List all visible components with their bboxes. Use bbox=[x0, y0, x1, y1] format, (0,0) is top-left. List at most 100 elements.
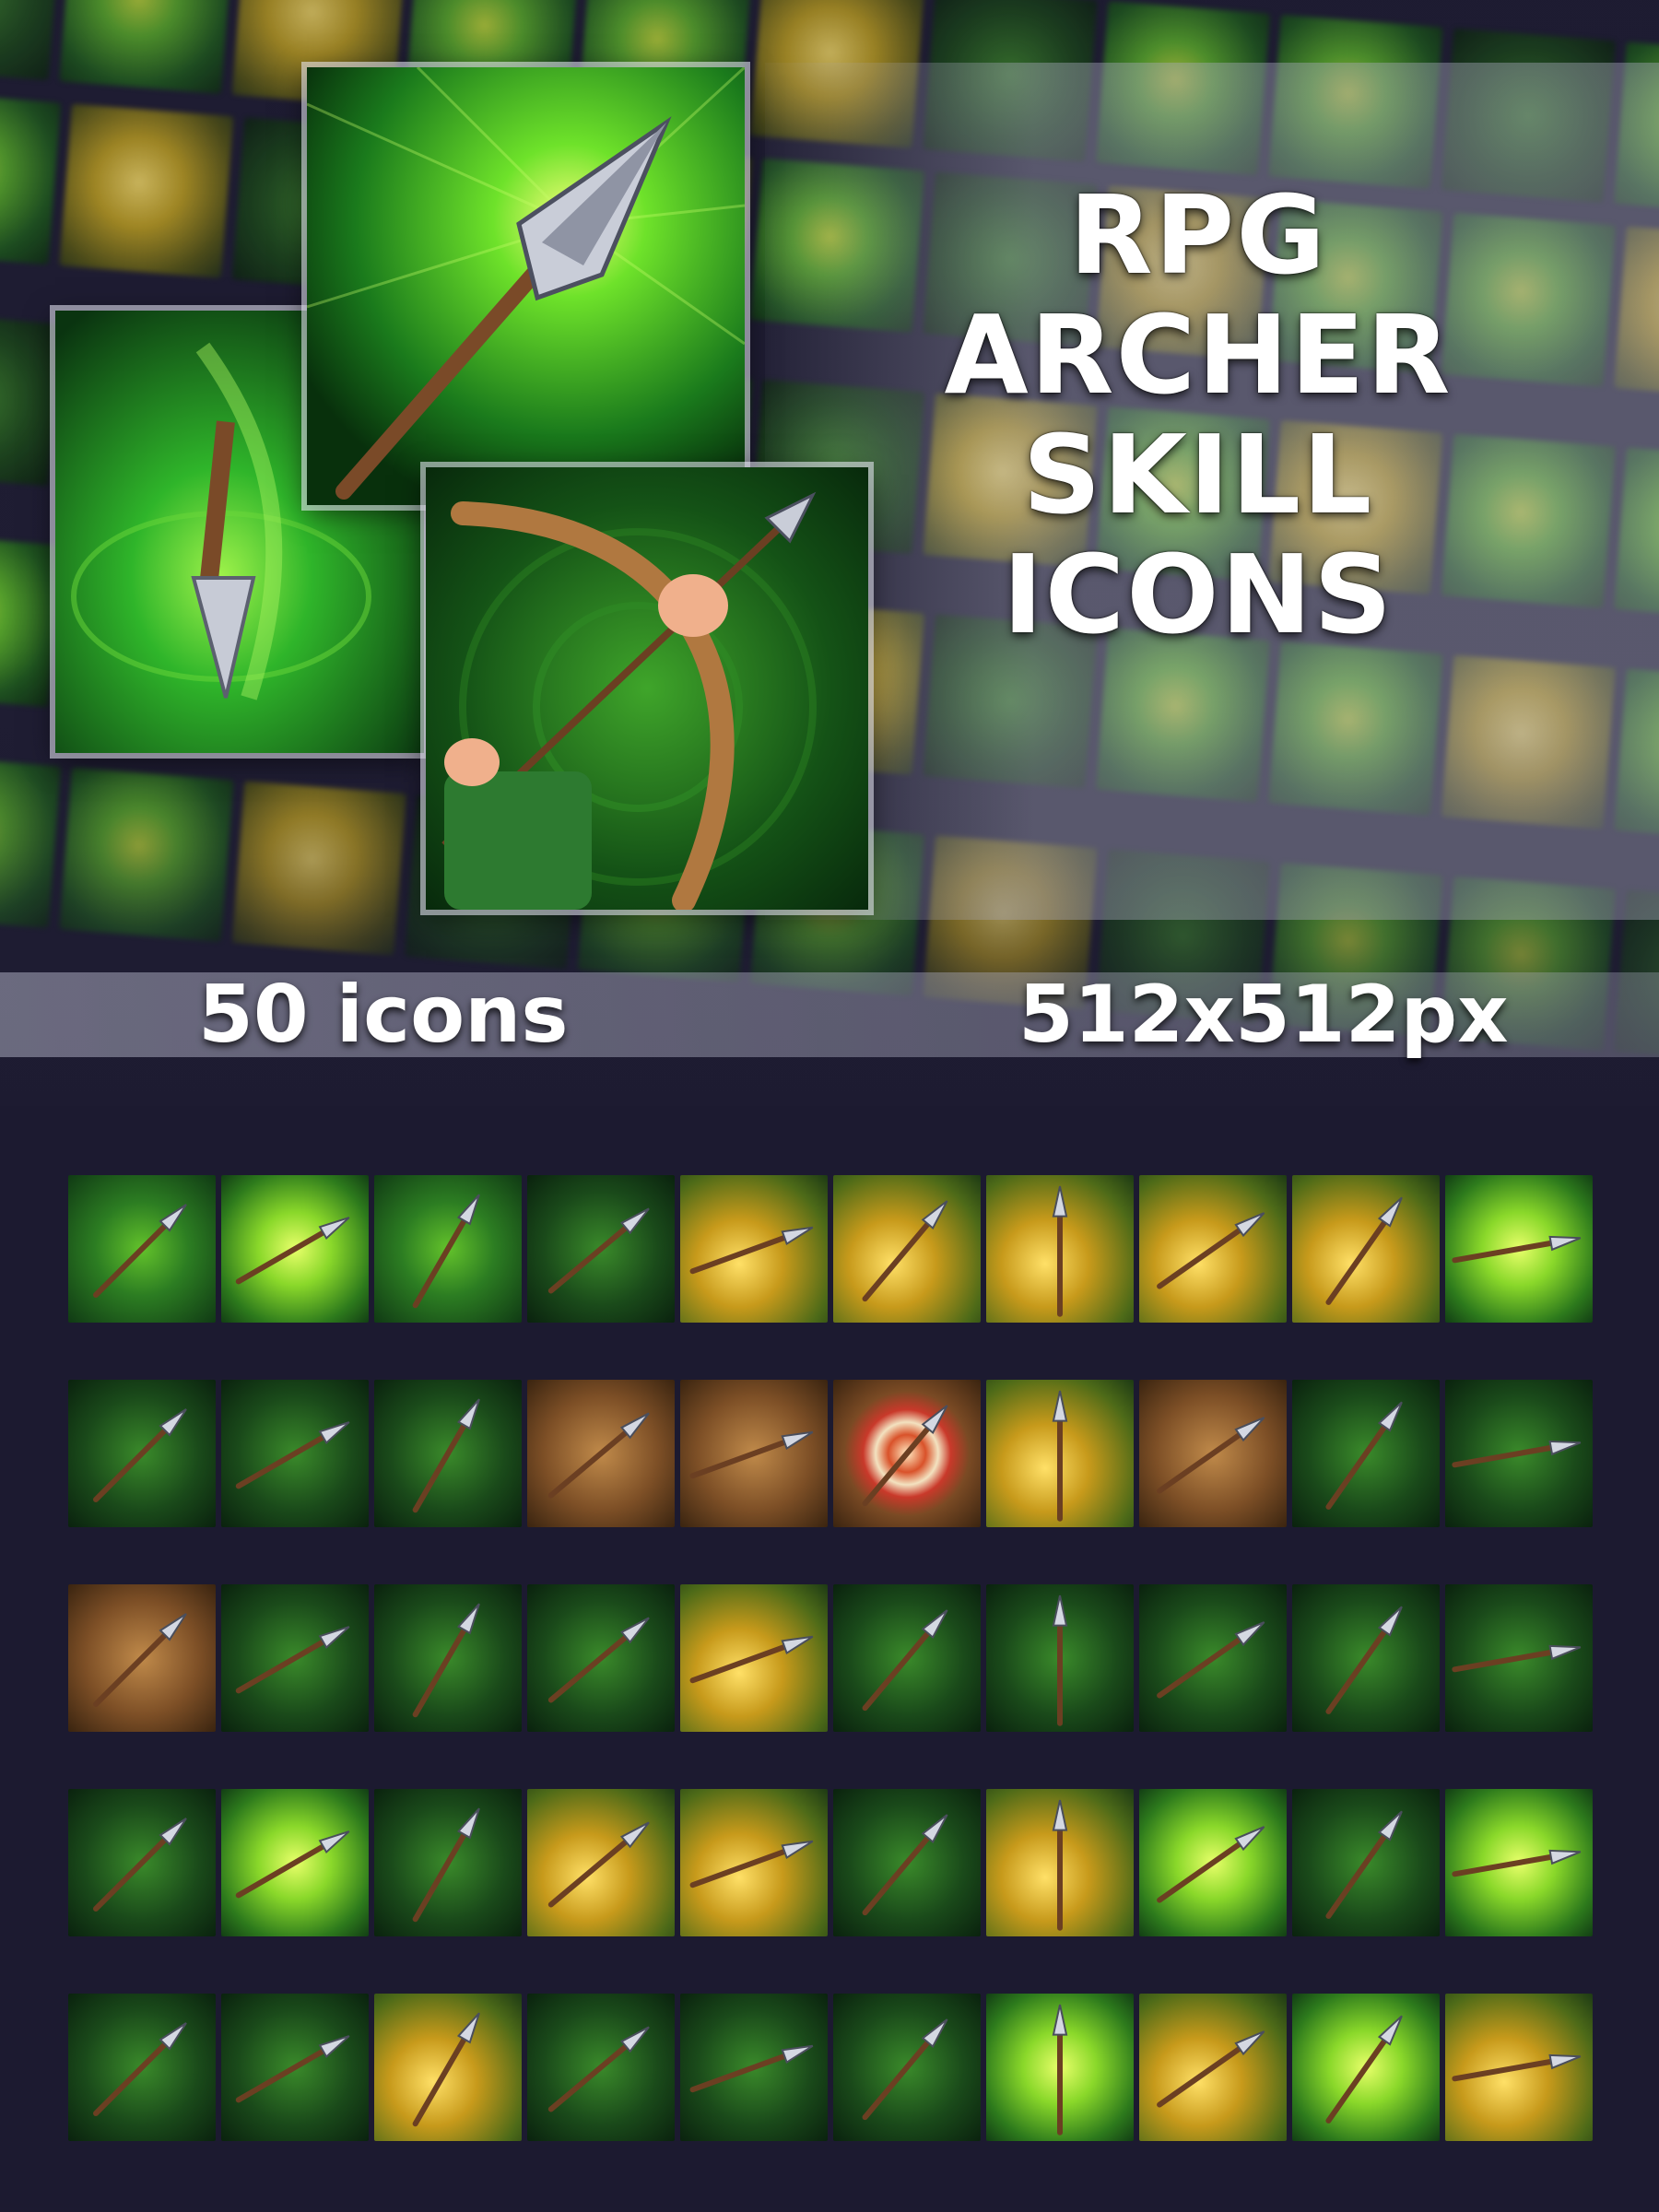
broken-wood-icon[interactable] bbox=[527, 1380, 675, 1527]
hooded-target-glyph bbox=[93, 1408, 187, 1502]
poison-arrow-icon[interactable] bbox=[374, 1789, 522, 1936]
poison-arrow-glyph bbox=[412, 1807, 480, 1923]
bear-trap-glyph bbox=[1052, 1594, 1068, 1726]
lightning-arrow-icon[interactable] bbox=[1445, 1175, 1593, 1323]
power-slash-glyph bbox=[1325, 2015, 1403, 2124]
broken-wood-glyph bbox=[547, 1412, 650, 1499]
power-slash-icon[interactable] bbox=[1292, 1994, 1440, 2141]
dodge-silhouette-icon[interactable] bbox=[680, 1789, 828, 1936]
bear-trap-icon[interactable] bbox=[986, 1584, 1134, 1732]
impact-arrow-glyph bbox=[1157, 1417, 1265, 1494]
quiver-glyph bbox=[93, 1613, 187, 1707]
hero-banner: RPG ARCHER SKILL ICONS 50 icons 512x512p… bbox=[0, 0, 1659, 1106]
spear-icon[interactable] bbox=[1139, 1789, 1287, 1936]
eagle-eye-icon[interactable] bbox=[680, 1380, 828, 1527]
ring-arrow-icon[interactable] bbox=[986, 1380, 1134, 1527]
drawn-bow-double-icon[interactable] bbox=[374, 1584, 522, 1732]
bleeding-grip-glyph bbox=[1452, 1440, 1582, 1468]
converging-arrows-glyph bbox=[235, 1830, 350, 1899]
archer-silhouette-glyph bbox=[689, 1635, 814, 1684]
icon-grid bbox=[68, 1175, 1598, 2141]
spinning-arrow-icon[interactable] bbox=[680, 1994, 828, 2141]
green-cloak-glyph bbox=[1052, 1799, 1068, 1931]
drawn-bow-single-glyph bbox=[235, 1626, 350, 1694]
green-cloak-icon[interactable] bbox=[986, 1789, 1134, 1936]
title-line: RPG bbox=[1068, 171, 1328, 299]
spore-burst-glyph bbox=[412, 2012, 480, 2127]
multi-arrow-glyph bbox=[862, 2018, 948, 2121]
converging-arrows-icon[interactable] bbox=[221, 1789, 369, 1936]
wind-arrow-glyph bbox=[1052, 2004, 1068, 2136]
drawn-bow-double-glyph bbox=[412, 1603, 480, 1718]
vine-whip-icon[interactable] bbox=[1292, 1584, 1440, 1732]
icon-size-label: 512x512px bbox=[1018, 969, 1509, 1061]
dodge-silhouette-glyph bbox=[689, 1840, 814, 1888]
flaming-arrow-glyph bbox=[862, 1609, 948, 1712]
page-title: RPG ARCHER SKILL ICONS bbox=[830, 175, 1567, 654]
triple-arrow-volley-icon[interactable] bbox=[68, 1175, 216, 1323]
featured-spearhead-arrow-icon bbox=[307, 67, 745, 505]
net-trap-icon[interactable] bbox=[1139, 1584, 1287, 1732]
swift-boot-icon[interactable] bbox=[1292, 1789, 1440, 1936]
heart-target-glyph bbox=[235, 1421, 350, 1489]
gauntlet-arrow-glyph bbox=[235, 2035, 350, 2103]
caltrops-icon[interactable] bbox=[1445, 1584, 1593, 1732]
bullseye-icon[interactable] bbox=[833, 1380, 981, 1527]
bow-and-arrow-glyph bbox=[547, 1821, 650, 1908]
bow-and-arrow-icon[interactable] bbox=[527, 1789, 675, 1936]
triple-arrows-down-icon[interactable] bbox=[986, 1175, 1134, 1323]
golden-ring-arrow-icon[interactable] bbox=[1139, 1994, 1287, 2141]
snare-boot-glyph bbox=[93, 2022, 187, 2116]
snare-boot-icon[interactable] bbox=[68, 1994, 216, 2141]
eagle-eye-glyph bbox=[689, 1430, 814, 1479]
running-boot-glyph bbox=[1325, 1401, 1403, 1510]
homing-arrows-icon[interactable] bbox=[527, 1994, 675, 2141]
drawn-bow-triple-icon[interactable] bbox=[527, 1584, 675, 1732]
halo-arrow-glyph bbox=[1452, 2053, 1582, 2082]
caltrops-glyph bbox=[1452, 1644, 1582, 1673]
sun-arrows-icon[interactable] bbox=[1139, 1175, 1287, 1323]
poison-vial-glyph bbox=[1452, 1849, 1582, 1877]
quiver-icon[interactable] bbox=[68, 1584, 216, 1732]
halo-arrow-icon[interactable] bbox=[1445, 1994, 1593, 2141]
heart-target-icon[interactable] bbox=[221, 1380, 369, 1527]
archer-silhouette-icon[interactable] bbox=[680, 1584, 828, 1732]
golden-arrow-glyph bbox=[1325, 1196, 1403, 1305]
triple-arrow-volley-glyph bbox=[93, 1204, 187, 1298]
title-line: ARCHER bbox=[944, 291, 1453, 418]
poison-vial-icon[interactable] bbox=[1445, 1789, 1593, 1936]
wind-arrow-icon[interactable] bbox=[986, 1994, 1134, 2141]
shattered-heart-arrow-icon[interactable] bbox=[374, 1380, 522, 1527]
spore-burst-icon[interactable] bbox=[374, 1994, 522, 2141]
arrow-fan-icon[interactable] bbox=[680, 1175, 828, 1323]
bleeding-grip-icon[interactable] bbox=[1445, 1380, 1593, 1527]
curving-arrow-glyph bbox=[235, 1217, 350, 1285]
hooded-target-icon[interactable] bbox=[68, 1380, 216, 1527]
multi-arrow-icon[interactable] bbox=[833, 1994, 981, 2141]
drawn-bow-triple-glyph bbox=[547, 1617, 650, 1703]
struck-silhouette-icon[interactable] bbox=[833, 1789, 981, 1936]
spearhead-glyph bbox=[547, 1207, 650, 1294]
spear-glyph bbox=[1157, 1826, 1265, 1903]
gauntlet-arrow-icon[interactable] bbox=[221, 1994, 369, 2141]
ring-arrow-glyph bbox=[1052, 1390, 1068, 1522]
curving-arrow-icon[interactable] bbox=[221, 1175, 369, 1323]
spearhead-icon[interactable] bbox=[527, 1175, 675, 1323]
hooded-archer-glyph bbox=[93, 1818, 187, 1912]
triple-arrows-down-glyph bbox=[1052, 1185, 1068, 1317]
flaming-arrow-icon[interactable] bbox=[833, 1584, 981, 1732]
hooded-archer-icon[interactable] bbox=[68, 1789, 216, 1936]
golden-arrow-icon[interactable] bbox=[1292, 1175, 1440, 1323]
split-arrows-glyph bbox=[412, 1194, 480, 1309]
arrow-rain-icon[interactable] bbox=[833, 1175, 981, 1323]
homing-arrows-glyph bbox=[547, 2026, 650, 2112]
lightning-arrow-glyph bbox=[1452, 1235, 1582, 1264]
shattered-heart-arrow-glyph bbox=[412, 1398, 480, 1513]
spinning-arrow-glyph bbox=[689, 2044, 814, 2093]
running-boot-icon[interactable] bbox=[1292, 1380, 1440, 1527]
impact-arrow-icon[interactable] bbox=[1139, 1380, 1287, 1527]
drawn-bow-single-icon[interactable] bbox=[221, 1584, 369, 1732]
sun-arrows-glyph bbox=[1157, 1212, 1265, 1289]
icon-count-label: 50 icons bbox=[198, 969, 569, 1061]
split-arrows-icon[interactable] bbox=[374, 1175, 522, 1323]
